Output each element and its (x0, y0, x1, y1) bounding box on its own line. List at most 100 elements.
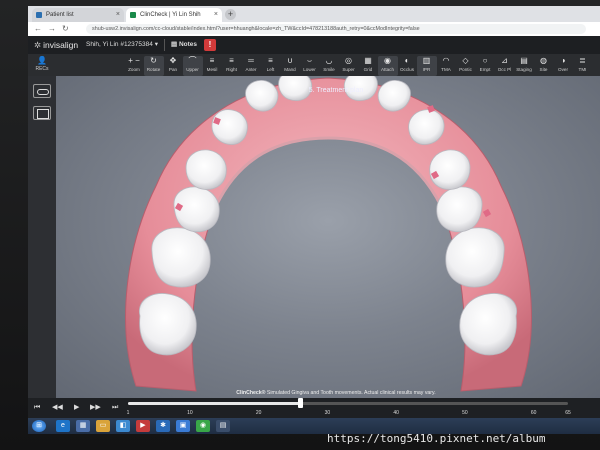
tool-lower-button[interactable]: ⌣ Lower (300, 56, 320, 76)
window-icon[interactable]: ▣ (176, 420, 190, 432)
tool-anter-button[interactable]: ═ Anter (241, 56, 261, 76)
tool-label: Mand (284, 67, 296, 72)
tool-zoom-button[interactable]: + − Zoom (124, 56, 144, 76)
folder-icon[interactable]: ▭ (96, 420, 110, 432)
recs-button[interactable]: 👤 RECs (28, 56, 56, 72)
tool-mand-button[interactable]: ∪ Mand (280, 56, 300, 76)
disclaimer-text: Simulated Gingiva and Tooth movements. A… (265, 390, 436, 396)
tooth (436, 186, 483, 233)
mandible-icon: ∪ (287, 56, 293, 65)
left-side-panel: 👤 RECs (28, 56, 56, 398)
close-tab-icon[interactable]: × (214, 8, 218, 22)
play-icon[interactable]: ▶ (74, 403, 79, 413)
media-icon[interactable]: ▶ (136, 420, 150, 432)
network-icon[interactable]: ✱ (156, 420, 170, 432)
tool-pontic-button[interactable]: ◇ Pontic (456, 56, 476, 76)
view-toolbar: + − Zoom ↻ Rotate ✥ Pan ⌒ Upper ≡ Mesil ≡ Right ═ Ant… (28, 54, 600, 76)
tool-ipr-button[interactable]: ▥ IPR (416, 56, 437, 76)
tool-rotate-button[interactable]: ↻ Rotate (143, 56, 164, 76)
tool-label: Pontic (459, 67, 472, 72)
tool-occlus-button[interactable]: ◐ Occlus (397, 56, 417, 76)
lower-jaw-icon: ⌣ (306, 56, 313, 65)
tool-left-button[interactable]: ≡ Left (261, 56, 281, 76)
occlusal-icon: ◐ (404, 56, 410, 65)
tool-pan-button[interactable]: ✥ Pan (163, 56, 183, 76)
skip-to-start-icon[interactable]: ⏮ (34, 403, 40, 413)
forward-arrow-icon[interactable]: → (48, 23, 56, 35)
tool-occ-pl-button[interactable]: ⊿ Occ Pl (495, 56, 515, 76)
right-view-icon: ≡ (229, 56, 234, 65)
panel-layout-button[interactable] (33, 106, 51, 120)
reload-icon[interactable]: ↻ (62, 23, 69, 35)
tab-clincheck[interactable]: ClinCheck | Yi Lin Shih × (126, 8, 222, 22)
patient-name: Shih, Yi Lin #12375384 (86, 41, 153, 48)
tool-mesil-button[interactable]: ≡ Mesil (202, 56, 222, 76)
stage-tick-label: 20 (255, 410, 262, 416)
notes-icon: ▤ (171, 41, 179, 48)
tab-title: ClinCheck | Yi Lin Shih (140, 12, 201, 18)
tool-over-button[interactable]: ◑ Over (553, 56, 573, 76)
step-forward-icon[interactable]: ▶▶ (90, 403, 101, 413)
url-field[interactable]: shub-usw2.invisalign.com/cc-cloud/stable… (86, 24, 586, 34)
chrome-icon[interactable]: ◉ (196, 420, 210, 432)
layout-icon (37, 109, 49, 119)
tool-attach-button[interactable]: ◉ Attach (377, 56, 398, 76)
smile-icon: ◡ (325, 56, 333, 65)
tool-staging-button[interactable]: ▤ Staging (514, 56, 534, 76)
tool-label: Right (226, 67, 237, 72)
ipr-icon: ▥ (422, 56, 431, 65)
tool-label: Zoom (128, 67, 140, 72)
app-header: ✲ invisalign Shih, Yi Lin #12375384 ▾ ▤ N… (28, 36, 600, 54)
browser-tab-bar: Patient list × ClinCheck | Yi Lin Shih ×… (28, 6, 600, 22)
tool-label: Staging (516, 67, 532, 72)
tool-empt-button[interactable]: ○ Empt (475, 56, 495, 76)
ie-icon[interactable]: e (56, 420, 70, 432)
notes-button[interactable]: ▤ Notes (171, 39, 197, 51)
notes-label: Notes (178, 41, 198, 48)
disclaimer-brand: ClinCheck® (236, 390, 266, 396)
close-tab-icon[interactable]: × (116, 8, 120, 22)
tool-label: Super (342, 67, 355, 72)
tool-grid-button[interactable]: ▦ Grid (358, 56, 378, 76)
tool-label: TMA (441, 67, 451, 72)
new-tab-button[interactable]: + (225, 9, 236, 20)
stage-tick-label: 40 (393, 410, 399, 416)
browser-address-bar: ← → ↻ shub-usw2.invisalign.com/cc-cloud/… (28, 22, 600, 37)
tool-smile-button[interactable]: ◡ Smile (319, 56, 339, 76)
skip-to-end-icon[interactable]: ⏭ (112, 403, 118, 413)
3d-viewport[interactable]: 5. Treatment plan ClinCheck® Simulated G… (56, 76, 600, 398)
step-back-icon[interactable]: ◀◀ (52, 403, 63, 413)
tool-tma-button[interactable]: ◠ TMA (436, 56, 456, 76)
tool-upper-button[interactable]: ⌒ Upper (182, 56, 203, 76)
grid-icon: ▦ (364, 56, 372, 65)
tool-super-button[interactable]: ◎ Super (339, 56, 359, 76)
tool-label: Mesil (206, 67, 218, 72)
back-arrow-icon[interactable]: ← (34, 23, 42, 35)
tool-right-button[interactable]: ≡ Right (222, 56, 242, 76)
tool-label: Left (266, 67, 275, 72)
monitor-screen: Patient list × ClinCheck | Yi Lin Shih ×… (28, 6, 600, 434)
tab-patient-list[interactable]: Patient list × (32, 8, 124, 22)
patient-selector[interactable]: Shih, Yi Lin #12375384 ▾ (86, 39, 158, 51)
upper-arch-model (125, 76, 532, 392)
tma-icon: ◠ (442, 56, 450, 65)
stage-slider[interactable] (128, 398, 568, 408)
stage-slider-thumb[interactable] (297, 398, 303, 408)
warning-icon[interactable]: ! (204, 39, 216, 51)
tool-label: Upper (186, 67, 199, 72)
tool-label: Smile (323, 67, 335, 72)
start-button[interactable]: ⊞ (32, 420, 46, 432)
tool-label: Occ Pl (497, 67, 512, 72)
tool-label: Lower (303, 67, 316, 72)
invisalign-logo: ✲ invisalign (34, 39, 78, 51)
taskbar-item-icon[interactable]: ▤ (216, 420, 230, 432)
aligner-view-button[interactable] (33, 84, 51, 98)
tooth (445, 227, 505, 288)
pan-icon: ✥ (169, 56, 177, 65)
tool-label: Attach (380, 67, 395, 72)
library-icon[interactable]: ▦ (76, 420, 90, 432)
app-icon[interactable]: ◧ (116, 420, 130, 432)
tool-tmi-button[interactable]: ≣ TMI (573, 56, 593, 76)
tool-site-button[interactable]: ◍ Site (534, 56, 554, 76)
tab-favicon-icon (36, 12, 42, 18)
